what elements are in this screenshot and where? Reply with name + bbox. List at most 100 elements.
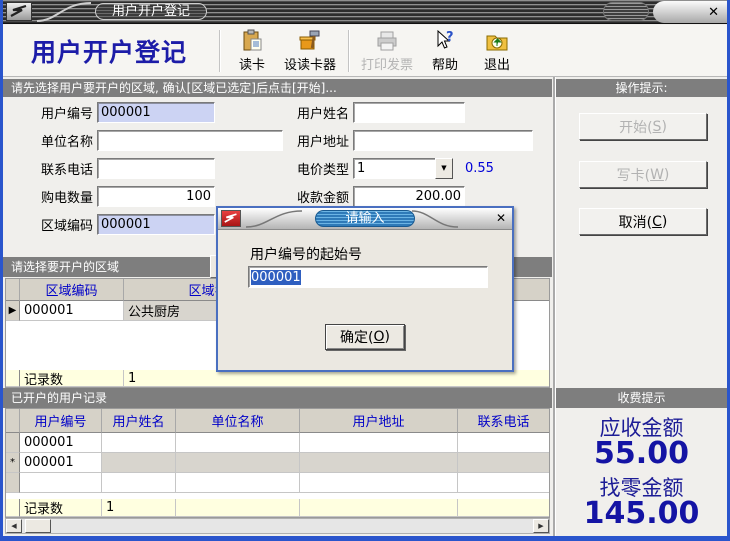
ops-panel-title: 操作提示: bbox=[556, 79, 727, 97]
dialog-swoosh bbox=[244, 208, 304, 230]
user-no-column-header[interactable]: 用户编号 bbox=[20, 409, 102, 433]
window-title: 用户开户登记 bbox=[95, 3, 207, 20]
user-addr-field[interactable] bbox=[353, 130, 533, 151]
exit-label: 退出 bbox=[484, 54, 510, 73]
org-name-label: 单位名称 bbox=[11, 131, 93, 150]
amount-label: 收款金额 bbox=[283, 187, 349, 206]
user-addr-cell[interactable] bbox=[300, 473, 458, 493]
price-type-combo[interactable]: ▼ bbox=[353, 158, 453, 179]
form-row: 用户编号 bbox=[11, 101, 215, 123]
user-name-cell[interactable] bbox=[102, 453, 176, 473]
user-name-cell[interactable] bbox=[102, 433, 176, 453]
org-name-cell[interactable] bbox=[176, 433, 300, 453]
exit-icon bbox=[485, 29, 509, 53]
scroll-right-icon[interactable]: ▶ bbox=[533, 519, 549, 533]
titlebar-ornament bbox=[603, 2, 649, 21]
price-type-value[interactable] bbox=[353, 158, 435, 179]
org-name-column-header[interactable]: 单位名称 bbox=[176, 409, 300, 433]
horizontal-scrollbar[interactable]: ◀ ▶ bbox=[5, 518, 550, 534]
chevron-down-icon[interactable]: ▼ bbox=[435, 158, 453, 179]
set-reader-button[interactable]: 设读卡器 bbox=[278, 27, 342, 75]
scrollbar-thumb[interactable] bbox=[25, 519, 51, 533]
phone-column-header[interactable]: 联系电话 bbox=[458, 409, 549, 433]
print-invoice-label: 打印发票 bbox=[361, 54, 413, 73]
record-count-label: 记录数 bbox=[20, 499, 102, 517]
footer-cell bbox=[176, 499, 300, 517]
phone-field[interactable] bbox=[97, 158, 215, 179]
cancel-label: 取消( bbox=[619, 212, 652, 232]
org-name-cell[interactable] bbox=[176, 473, 300, 493]
phone-cell[interactable] bbox=[458, 453, 549, 473]
user-addr-label: 用户地址 bbox=[283, 131, 349, 150]
user-no-cell[interactable]: 000001 bbox=[20, 453, 102, 473]
printer-icon bbox=[375, 29, 399, 53]
set-reader-label: 设读卡器 bbox=[284, 54, 336, 73]
dialog-title: 请输入 bbox=[315, 210, 415, 227]
area-code-field[interactable] bbox=[97, 214, 215, 235]
help-button[interactable]: ? 帮助 bbox=[419, 27, 471, 75]
cancel-key: C bbox=[652, 214, 662, 230]
toolbar: 用户开户登记 读卡 设读卡器 bbox=[3, 25, 727, 77]
scroll-left-icon[interactable]: ◀ bbox=[6, 519, 22, 533]
toolbar-separator bbox=[219, 30, 220, 72]
ok-button[interactable]: 确定(O) bbox=[325, 324, 405, 350]
svg-text:?: ? bbox=[446, 30, 454, 45]
table-row[interactable]: 000001 bbox=[6, 433, 549, 453]
user-no-cell[interactable]: 000001 bbox=[20, 433, 102, 453]
org-name-cell[interactable] bbox=[176, 453, 300, 473]
form-row: 购电数量 bbox=[11, 185, 215, 207]
print-invoice-button: 打印发票 bbox=[355, 27, 419, 75]
record-count-value: 1 bbox=[124, 370, 549, 387]
start-button: 开始(S) bbox=[579, 113, 707, 140]
read-card-button[interactable]: 读卡 bbox=[226, 27, 278, 75]
user-no-cell[interactable] bbox=[20, 473, 102, 493]
user-addr-column-header[interactable]: 用户地址 bbox=[300, 409, 458, 433]
user-section-title: 已开户的用户记录 bbox=[3, 388, 552, 408]
window-close-button[interactable]: ✕ bbox=[700, 5, 727, 20]
area-code-column-header[interactable]: 区域编码 bbox=[20, 279, 124, 301]
user-addr-cell[interactable] bbox=[300, 453, 458, 473]
purchase-qty-field[interactable] bbox=[97, 186, 215, 207]
row-marker bbox=[6, 433, 20, 453]
change-amount-value: 145.00 bbox=[556, 496, 727, 531]
phone-cell[interactable] bbox=[458, 473, 549, 493]
user-name-field[interactable] bbox=[353, 102, 465, 123]
form-row: 用户地址 bbox=[283, 129, 533, 151]
record-count-label: 记录数 bbox=[20, 370, 124, 387]
area-code-cell[interactable]: 000001 bbox=[20, 301, 124, 321]
org-name-field[interactable] bbox=[97, 130, 283, 151]
purchase-qty-label: 购电数量 bbox=[11, 187, 93, 206]
app-window: 用户开户登记 ✕ 用户开户登记 读卡 bbox=[0, 0, 730, 541]
area-code-label: 区域编码 bbox=[11, 215, 93, 234]
footer-marker-cell bbox=[6, 499, 20, 517]
help-label: 帮助 bbox=[432, 54, 458, 73]
row-marker-header bbox=[6, 409, 20, 433]
ok-key: O bbox=[373, 329, 384, 345]
dialog-input[interactable]: 000001 bbox=[248, 266, 488, 288]
phone-cell[interactable] bbox=[458, 433, 549, 453]
dialog-swoosh bbox=[410, 208, 460, 230]
dialog-close-button[interactable]: ✕ bbox=[496, 211, 506, 225]
new-row-marker: * bbox=[6, 453, 20, 473]
user-addr-cell[interactable] bbox=[300, 433, 458, 453]
amount-field[interactable] bbox=[353, 186, 465, 207]
cancel-button[interactable]: 取消(C) bbox=[579, 208, 707, 235]
table-row[interactable]: * 000001 bbox=[6, 453, 549, 473]
user-name-cell[interactable] bbox=[102, 473, 176, 493]
exit-button[interactable]: 退出 bbox=[471, 27, 523, 75]
prompt-bar: 请先选择用户要开户的区域, 确认[区域已选定]后点击[开始]... bbox=[3, 79, 552, 97]
dialog-titlebar: 请输入 ✕ bbox=[218, 208, 512, 230]
write-card-label-end: ) bbox=[664, 167, 669, 183]
user-name-column-header[interactable]: 用户姓名 bbox=[102, 409, 176, 433]
app-logo-icon bbox=[6, 2, 32, 21]
form-row: 联系电话 bbox=[11, 157, 215, 179]
user-name-label: 用户姓名 bbox=[283, 103, 349, 122]
current-row-marker-icon: ▶ bbox=[6, 301, 20, 321]
panel-divider bbox=[553, 77, 555, 536]
user-no-field[interactable] bbox=[97, 102, 215, 123]
form-row: 用户姓名 bbox=[283, 101, 465, 123]
start-key: S bbox=[653, 119, 662, 135]
form-row: 收款金额 bbox=[283, 185, 465, 207]
table-row[interactable] bbox=[6, 473, 549, 493]
user-no-label: 用户编号 bbox=[11, 103, 93, 122]
